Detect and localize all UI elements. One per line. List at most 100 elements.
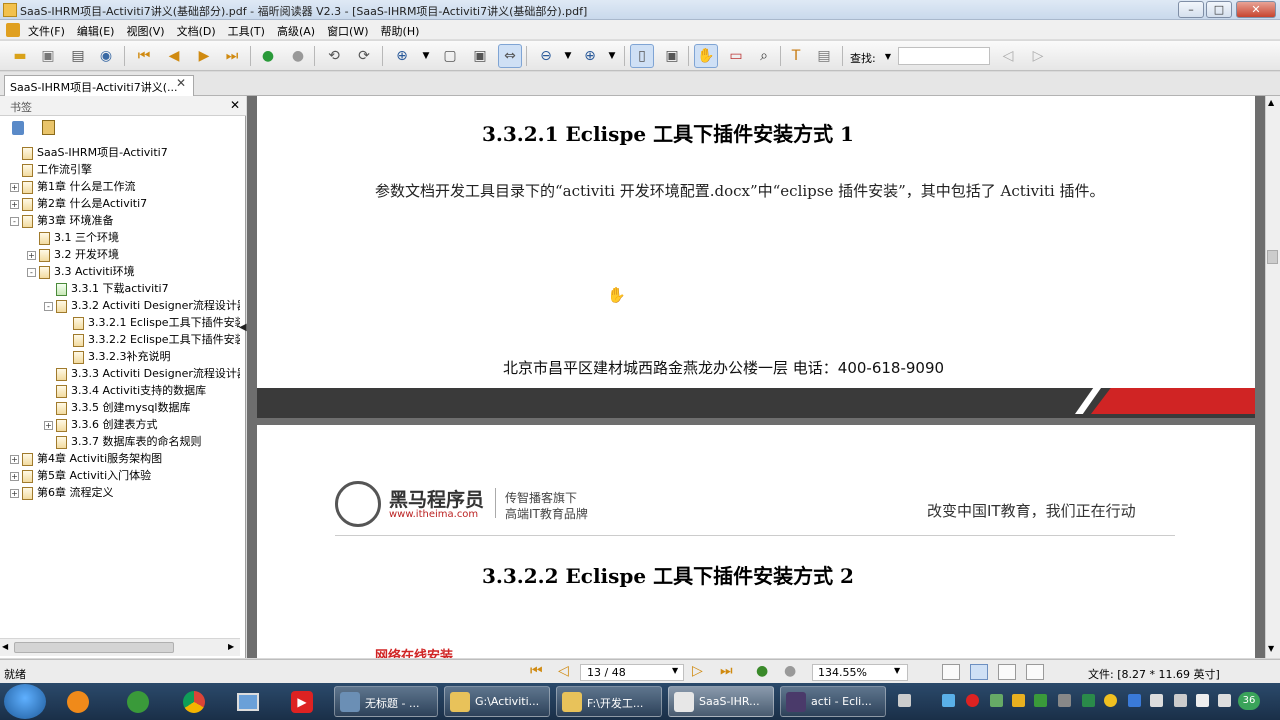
last-page-icon[interactable]: ⏭ xyxy=(720,663,733,679)
scroll-down-icon[interactable]: ▼ xyxy=(1268,644,1274,653)
tray-app-icon[interactable] xyxy=(1058,694,1071,707)
find-previous-icon[interactable]: ◁ xyxy=(996,44,1020,68)
bookmark-item[interactable]: +3.3.6 创建表方式 xyxy=(44,416,158,433)
scroll-up-icon[interactable]: ▲ xyxy=(1268,98,1274,107)
signal-icon[interactable] xyxy=(1174,694,1187,707)
bookmark-item[interactable]: 3.3.2.2 Eclispe工具下插件安装方式 2 xyxy=(61,331,240,348)
scrollbar-thumb[interactable] xyxy=(14,642,174,653)
taskbar-item[interactable]: F:\开发工... xyxy=(556,686,662,717)
volume-icon[interactable] xyxy=(1218,694,1231,707)
rotate-left-icon[interactable]: ⟲ xyxy=(322,44,346,68)
menu-tools[interactable]: 工具(T) xyxy=(228,23,265,39)
keyboard-icon[interactable] xyxy=(898,694,911,707)
bookmark-item[interactable]: 3.1 三个环境 xyxy=(27,229,119,246)
actual-size-icon[interactable]: ▢ xyxy=(438,44,462,68)
facing-view-icon[interactable] xyxy=(998,664,1016,680)
collapse-node-icon[interactable]: - xyxy=(10,216,19,226)
chevron-down-icon[interactable]: ▼ xyxy=(672,666,678,675)
bookmark-item[interactable]: 3.3.2.1 Eclispe工具下插件安装方式 1 xyxy=(61,314,240,331)
add-bookmark-icon[interactable] xyxy=(42,120,55,135)
bookmark-item[interactable]: 3.3.4 Activiti支持的数据库 xyxy=(44,382,206,399)
zoom-tool-icon[interactable]: ⊕ xyxy=(390,44,414,68)
bookmark-item[interactable]: 3.3.7 数据库表的命名规则 xyxy=(44,433,202,450)
collapse-node-icon[interactable]: - xyxy=(27,267,36,277)
expand-node-icon[interactable]: + xyxy=(10,182,19,192)
snapshot-icon[interactable]: ▤ xyxy=(812,44,836,68)
menu-help[interactable]: 帮助(H) xyxy=(381,23,420,39)
menu-file[interactable]: 文件(F) xyxy=(28,23,65,39)
flag-icon[interactable] xyxy=(1196,694,1209,707)
first-page-icon[interactable]: ⏮ xyxy=(530,663,543,679)
expand-node-icon[interactable]: + xyxy=(10,199,19,209)
taskbar-item[interactable]: 无标题 - ... xyxy=(334,686,438,717)
go-back-icon[interactable]: ● xyxy=(256,44,280,68)
chevron-down-icon[interactable]: ▼ xyxy=(876,44,900,68)
menu-window[interactable]: 窗口(W) xyxy=(327,23,368,39)
zoom-in-icon[interactable]: ⊕ xyxy=(578,44,602,68)
next-page-icon[interactable]: ▶ xyxy=(192,44,216,68)
fit-width-icon[interactable]: ⇔ xyxy=(498,44,522,68)
tray-app-icon[interactable] xyxy=(990,694,1003,707)
tray-app-icon[interactable] xyxy=(1104,694,1117,707)
expand-node-icon[interactable]: + xyxy=(10,454,19,464)
bookmark-item[interactable]: 3.3.5 创建mysql数据库 xyxy=(44,399,190,416)
chevron-down-icon[interactable]: ▼ xyxy=(894,666,900,675)
taskbar-item[interactable]: acti - Ecli... xyxy=(780,686,886,717)
record-icon[interactable] xyxy=(966,694,979,707)
chevron-down-icon[interactable]: ▼ xyxy=(414,44,438,68)
go-back-icon[interactable]: ● xyxy=(756,663,768,679)
rotate-right-icon[interactable]: ⟳ xyxy=(352,44,376,68)
document-view[interactable]: 3.3.2.1 Eclispe 工具下插件安装方式 1 参数文档开发工具目录下的… xyxy=(247,96,1265,658)
bookmark-item[interactable]: + 第5章 Activiti入门体验 xyxy=(10,467,151,484)
bookmark-item[interactable]: 工作流引擎 xyxy=(10,161,92,178)
bookmark-item[interactable]: - 3.3.2 Activiti Designer流程设计器 xyxy=(44,297,240,314)
zoom-out-icon[interactable]: ⊖ xyxy=(534,44,558,68)
collapse-panel-icon[interactable]: ◀ xyxy=(239,322,247,333)
expand-node-icon[interactable]: + xyxy=(10,488,19,498)
maximize-button[interactable]: □ xyxy=(1206,1,1232,18)
close-panel-icon[interactable]: ✕ xyxy=(230,98,240,112)
menu-document[interactable]: 文档(D) xyxy=(177,23,216,39)
expand-node-icon[interactable]: + xyxy=(44,420,53,430)
taskbar-item[interactable]: G:\Activiti... xyxy=(444,686,550,717)
scroll-left-icon[interactable]: ◀ xyxy=(2,642,8,651)
app-menu-icon[interactable] xyxy=(6,23,20,37)
chevron-down-icon[interactable]: ▼ xyxy=(556,44,580,68)
menu-edit[interactable]: 编辑(E) xyxy=(77,23,115,39)
prev-page-icon[interactable]: ◀ xyxy=(162,44,186,68)
fit-page-icon[interactable]: ▣ xyxy=(468,44,492,68)
continuous-facing-view-icon[interactable] xyxy=(1026,664,1044,680)
bookmark-item[interactable]: + 第6章 流程定义 xyxy=(10,484,114,501)
menu-view[interactable]: 视图(V) xyxy=(126,23,164,39)
menu-advanced[interactable]: 高级(A) xyxy=(277,23,315,39)
bookmark-item[interactable]: - 3.3 Activiti环境 xyxy=(27,263,135,280)
expand-node-icon[interactable]: + xyxy=(10,471,19,481)
ie-browser-icon[interactable] xyxy=(118,686,158,717)
bookmark-item[interactable]: 3.3.3 Activiti Designer流程设计器 xyxy=(44,365,240,382)
scrollbar-thumb[interactable] xyxy=(1267,250,1278,264)
open-folder-icon[interactable]: ▬ xyxy=(8,44,32,68)
tray-app-icon[interactable] xyxy=(1082,694,1095,707)
scroll-right-icon[interactable]: ▶ xyxy=(228,642,234,651)
typewriter-icon[interactable]: T xyxy=(784,44,808,68)
chrome-icon[interactable] xyxy=(174,686,214,717)
media-player-icon[interactable] xyxy=(58,686,98,717)
last-page-icon[interactable]: ⏭ xyxy=(220,44,244,68)
tray-app-icon[interactable] xyxy=(1012,694,1025,707)
select-text-icon[interactable]: ▭ xyxy=(724,44,748,68)
horizontal-scrollbar[interactable]: ◀ ▶ xyxy=(0,638,240,656)
clock-badge[interactable]: 36 xyxy=(1238,692,1260,710)
expand-node-icon[interactable]: + xyxy=(27,250,36,260)
vertical-scrollbar[interactable]: ▲ ▼ xyxy=(1265,96,1280,658)
page-number-field[interactable]: 13 / 48 xyxy=(580,664,684,681)
close-button[interactable]: ✕ xyxy=(1236,1,1276,18)
first-page-icon[interactable]: ⏮ xyxy=(132,44,156,68)
bookmark-item[interactable]: 3.3.1 下载activiti7 xyxy=(44,280,169,297)
bookmark-item[interactable]: 3.3.2.3补充说明 xyxy=(61,348,170,365)
find-next-icon[interactable]: ▷ xyxy=(1026,44,1050,68)
minimize-button[interactable]: – xyxy=(1178,1,1204,18)
next-page-icon[interactable]: ▷ xyxy=(692,663,703,679)
start-button-icon[interactable] xyxy=(4,684,46,719)
bluetooth-icon[interactable] xyxy=(1128,694,1141,707)
close-tab-icon[interactable]: ✕ xyxy=(176,76,186,90)
